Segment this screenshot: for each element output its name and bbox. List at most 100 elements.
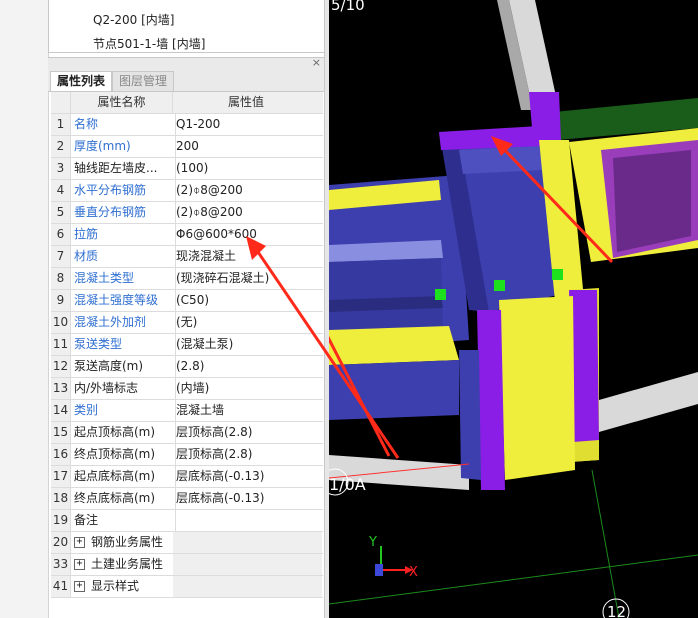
table-row[interactable]: 17 起点底标高(m) 层底标高(-0.13)	[51, 466, 323, 488]
group-label[interactable]: + 显示样式	[71, 576, 176, 597]
property-name: 内/外墙标志	[71, 378, 176, 399]
property-value[interactable]: (无)	[173, 312, 322, 333]
gizmo-x-label: X	[409, 565, 418, 580]
property-value[interactable]	[173, 510, 322, 531]
group-value	[173, 576, 322, 597]
tab-property-list[interactable]: 属性列表	[50, 71, 113, 91]
expand-icon[interactable]: +	[74, 537, 85, 548]
table-row[interactable]: 14 类别 混凝土墙	[51, 400, 323, 422]
table-row[interactable]: 18 终点底标高(m) 层底标高(-0.13)	[51, 488, 323, 510]
row-number: 11	[51, 334, 71, 355]
axis-label-top: 5/10	[331, 0, 365, 14]
row-number: 13	[51, 378, 71, 399]
property-name: 起点底标高(m)	[71, 466, 176, 487]
3d-viewport[interactable]: 5/10 1/0A 12 X Y	[329, 0, 698, 618]
property-name: 终点底标高(m)	[71, 488, 176, 509]
grip-marker[interactable]	[494, 280, 505, 291]
row-number: 15	[51, 422, 71, 443]
property-value[interactable]: 层底标高(-0.13)	[173, 488, 322, 509]
row-number-header	[51, 92, 71, 113]
front-blue-face	[459, 350, 481, 480]
row-number: 3	[51, 158, 71, 179]
tab-layer-manager[interactable]: 图层管理	[112, 71, 175, 91]
group-value	[173, 532, 322, 553]
purple-panel-inner	[613, 150, 691, 252]
table-row[interactable]: 9 混凝土强度等级 (C50)	[51, 290, 323, 312]
property-value[interactable]: Φ6@600*600	[173, 224, 322, 245]
row-number: 33	[51, 554, 71, 575]
property-name: 类别	[71, 400, 176, 421]
table-row[interactable]: 10 混凝土外加剂 (无)	[51, 312, 323, 334]
group-label[interactable]: + 钢筋业务属性	[71, 532, 176, 553]
front-column-purple	[477, 310, 505, 490]
property-value[interactable]: 层顶标高(2.8)	[173, 422, 322, 443]
property-value[interactable]: 现浇混凝土	[173, 246, 322, 267]
row-number: 16	[51, 444, 71, 465]
property-value[interactable]: 200	[173, 136, 322, 157]
property-name: 厚度(mm)	[71, 136, 176, 157]
tree-item-q2-200[interactable]: Q2-200 [内墙]	[93, 11, 175, 28]
table-row[interactable]: 16 终点顶标高(m) 层顶标高(2.8)	[51, 444, 323, 466]
row-number: 9	[51, 290, 71, 311]
grid-header-row: 属性名称 属性值	[51, 92, 323, 114]
table-row[interactable]: 2 厚度(mm) 200	[51, 136, 323, 158]
group-label-text: 钢筋业务属性	[91, 535, 164, 549]
axis-label-bottom: 12	[607, 603, 626, 618]
property-value[interactable]: (混凝土泵)	[173, 334, 322, 355]
property-name: 垂直分布钢筋	[71, 202, 176, 223]
table-row[interactable]: 4 水平分布钢筋 (2)⌽8@200	[51, 180, 323, 202]
purple-column-top	[529, 92, 561, 140]
group-label-text: 显示样式	[91, 579, 140, 593]
group-row[interactable]: 33 + 土建业务属性	[51, 554, 323, 576]
expand-icon[interactable]: +	[74, 581, 85, 592]
front-column	[499, 296, 575, 480]
row-number: 8	[51, 268, 71, 289]
left-gutter	[0, 0, 49, 618]
table-row[interactable]: 1 名称 Q1-200	[51, 114, 323, 136]
tree-item-node-501[interactable]: 节点501-1-墙 [内墙]	[93, 35, 205, 52]
table-row[interactable]: 11 泵送类型 (混凝土泵)	[51, 334, 323, 356]
property-value[interactable]: 混凝土墙	[173, 400, 322, 421]
table-row[interactable]: 5 垂直分布钢筋 (2)⌽8@200	[51, 202, 323, 224]
table-row[interactable]: 3 轴线距左墙皮... (100)	[51, 158, 323, 180]
table-row[interactable]: 7 材质 现浇混凝土	[51, 246, 323, 268]
property-value[interactable]: (2)⌽8@200	[173, 180, 322, 201]
property-name: 泵送类型	[71, 334, 176, 355]
element-tree: Q2-200 [内墙] 节点501-1-墙 [内墙]	[48, 0, 327, 53]
property-name: 混凝土类型	[71, 268, 176, 289]
table-row[interactable]: 15 起点顶标高(m) 层顶标高(2.8)	[51, 422, 323, 444]
property-name: 水平分布钢筋	[71, 180, 176, 201]
axis-label-left: 1/0A	[329, 475, 366, 494]
grip-marker[interactable]	[552, 269, 563, 280]
group-value	[173, 554, 322, 575]
table-row[interactable]: 12 泵送高度(m) (2.8)	[51, 356, 323, 378]
column-header-name: 属性名称	[71, 92, 173, 113]
group-row[interactable]: 20 + 钢筋业务属性	[51, 532, 323, 554]
grip-marker[interactable]	[435, 289, 446, 300]
group-label[interactable]: + 土建业务属性	[71, 554, 176, 575]
close-icon[interactable]: ×	[312, 56, 321, 69]
gizmo-z-axis	[375, 564, 383, 576]
property-value[interactable]: (现浇碎石混凝土)	[173, 268, 322, 289]
property-value[interactable]: (2.8)	[173, 356, 322, 377]
table-row[interactable]: 19 备注	[51, 510, 323, 532]
property-value[interactable]: 层顶标高(2.8)	[173, 444, 322, 465]
expand-icon[interactable]: +	[74, 559, 85, 570]
row-number: 2	[51, 136, 71, 157]
property-value[interactable]: (2)⌽8@200	[173, 202, 322, 223]
panel-tabs: 属性列表 图层管理	[48, 69, 325, 92]
property-value[interactable]: (C50)	[173, 290, 322, 311]
table-row[interactable]: 6 拉筋 Φ6@600*600	[51, 224, 323, 246]
group-row[interactable]: 41 + 显示样式	[51, 576, 323, 598]
row-number: 12	[51, 356, 71, 377]
property-value[interactable]: (100)	[173, 158, 322, 179]
property-value[interactable]: 层底标高(-0.13)	[173, 466, 322, 487]
property-value[interactable]: Q1-200	[173, 114, 322, 135]
group-label-text: 土建业务属性	[91, 557, 164, 571]
table-row[interactable]: 8 混凝土类型 (现浇碎石混凝土)	[51, 268, 323, 290]
property-name: 起点顶标高(m)	[71, 422, 176, 443]
property-value[interactable]: (内墙)	[173, 378, 322, 399]
row-number: 18	[51, 488, 71, 509]
row-number: 10	[51, 312, 71, 333]
table-row[interactable]: 13 内/外墙标志 (内墙)	[51, 378, 323, 400]
